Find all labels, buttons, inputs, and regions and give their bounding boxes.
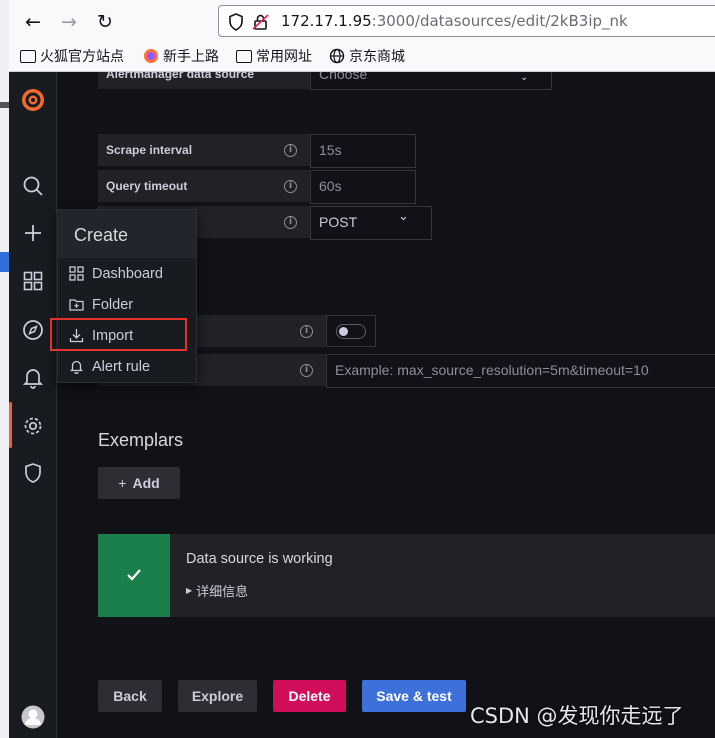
avatar[interactable] [9, 697, 57, 737]
chevron-down-icon: ⌄ [398, 209, 409, 224]
url-path: :3000/datasources/edit/2kB3ip_nk [371, 12, 628, 30]
create-menu-title: Create [58, 210, 196, 258]
grafana-logo-icon[interactable] [9, 79, 57, 121]
menu-item-folder[interactable]: Folder [58, 289, 196, 320]
lookup-toggle-wrapper [326, 315, 376, 347]
lookup-toggle[interactable] [336, 324, 366, 339]
add-exemplar-button[interactable]: + Add [98, 467, 180, 499]
shield-icon[interactable] [9, 453, 57, 493]
dashboards-icon [69, 266, 84, 281]
watermark: CSDN @发现你走远了 [470, 704, 684, 728]
menu-item-dashboard[interactable]: Dashboard [58, 258, 196, 289]
delete-button[interactable]: Delete [273, 680, 346, 712]
explore-button[interactable]: Explore [178, 680, 257, 712]
insecure-lock-icon[interactable] [252, 13, 270, 31]
bookmark-firefox-site[interactable]: 火狐官方站点 [20, 44, 124, 68]
bell-icon[interactable] [9, 358, 57, 398]
url-host: 172.17.1.95 [281, 12, 372, 30]
bookmark-label: 火狐官方站点 [40, 49, 124, 65]
folder-plus-icon [69, 299, 84, 311]
background-window-edge [0, 0, 9, 738]
bookmark-getting-started[interactable]: 新手上路 [143, 44, 219, 68]
bookmark-label: 京东商城 [349, 49, 405, 65]
menu-item-label: Folder [92, 296, 134, 313]
search-icon[interactable] [9, 166, 57, 206]
sidebar-active-indicator [9, 402, 12, 448]
add-label: Add [132, 475, 160, 491]
info-icon[interactable]: i [300, 325, 313, 338]
status-details-label: 详细信息 [196, 585, 249, 600]
info-icon[interactable]: i [300, 364, 313, 377]
toggle-knob [339, 327, 348, 336]
custom-params-input[interactable]: Example: max_source_resolution=5m&timeou… [326, 354, 715, 388]
folder-icon [236, 49, 252, 63]
dashboards-icon[interactable] [9, 261, 57, 301]
info-icon[interactable]: i [284, 216, 297, 229]
globe-icon [329, 48, 345, 64]
create-menu: Create Dashboard Folder Import Alert rul… [57, 209, 197, 383]
bookmark-common-sites[interactable]: 常用网址 [236, 44, 312, 68]
alertmanager-select[interactable]: Choose [310, 72, 552, 90]
grafana-sidebar [9, 72, 57, 738]
chevron-down-icon: ⌄ [520, 72, 529, 83]
bookmark-jd[interactable]: 京东商城 [329, 44, 405, 68]
folder-icon [20, 49, 36, 63]
info-icon[interactable]: i [284, 144, 297, 157]
scrape-interval-input[interactable]: 15s [310, 134, 416, 168]
plus-icon: + [118, 475, 127, 491]
shield-icon [229, 13, 243, 31]
alertmanager-label: Alertmanager data source [98, 72, 314, 89]
reload-icon[interactable]: ↻ [92, 9, 118, 35]
background-window-fragment [0, 102, 9, 108]
status-details-toggle[interactable]: ▶ 详细信息 [186, 581, 248, 600]
menu-item-label: Alert rule [92, 358, 151, 375]
exemplars-heading: Exemplars [98, 430, 184, 450]
query-timeout-input[interactable]: 60s [310, 170, 416, 204]
plus-icon[interactable] [9, 213, 57, 253]
import-highlight-box [50, 318, 187, 351]
http-method-select[interactable]: POST [310, 206, 432, 240]
save-test-button[interactable]: Save & test [362, 680, 466, 712]
forward-arrow-icon[interactable]: → [56, 9, 82, 35]
bookmark-label: 新手上路 [163, 49, 219, 65]
status-alert: Data source is working ▶ 详细信息 [98, 534, 715, 617]
status-icon-box [98, 534, 170, 617]
check-icon [127, 569, 141, 581]
back-arrow-icon[interactable]: ← [20, 9, 46, 35]
url-text[interactable]: 172.17.1.95:3000/datasources/edit/2kB3ip… [281, 12, 628, 30]
query-timeout-label: Query timeout [98, 170, 314, 202]
menu-item-alert-rule[interactable]: Alert rule [58, 351, 196, 382]
browser-toolbar: ← → ↻ 172.17.1.95:3000/datasources/edit/… [0, 0, 715, 72]
scrape-interval-label: Scrape interval [98, 134, 314, 166]
bell-icon [69, 360, 84, 374]
info-icon[interactable]: i [284, 180, 297, 193]
status-title: Data source is working [186, 551, 333, 567]
background-window-fragment [0, 252, 9, 272]
menu-item-label: Dashboard [92, 265, 163, 282]
gear-icon[interactable] [9, 406, 57, 446]
url-bar[interactable]: 172.17.1.95:3000/datasources/edit/2kB3ip… [218, 5, 715, 37]
caret-right-icon: ▶ [186, 586, 193, 595]
bookmark-label: 常用网址 [256, 49, 312, 65]
firefox-icon [144, 49, 158, 63]
back-button[interactable]: Back [98, 680, 162, 712]
